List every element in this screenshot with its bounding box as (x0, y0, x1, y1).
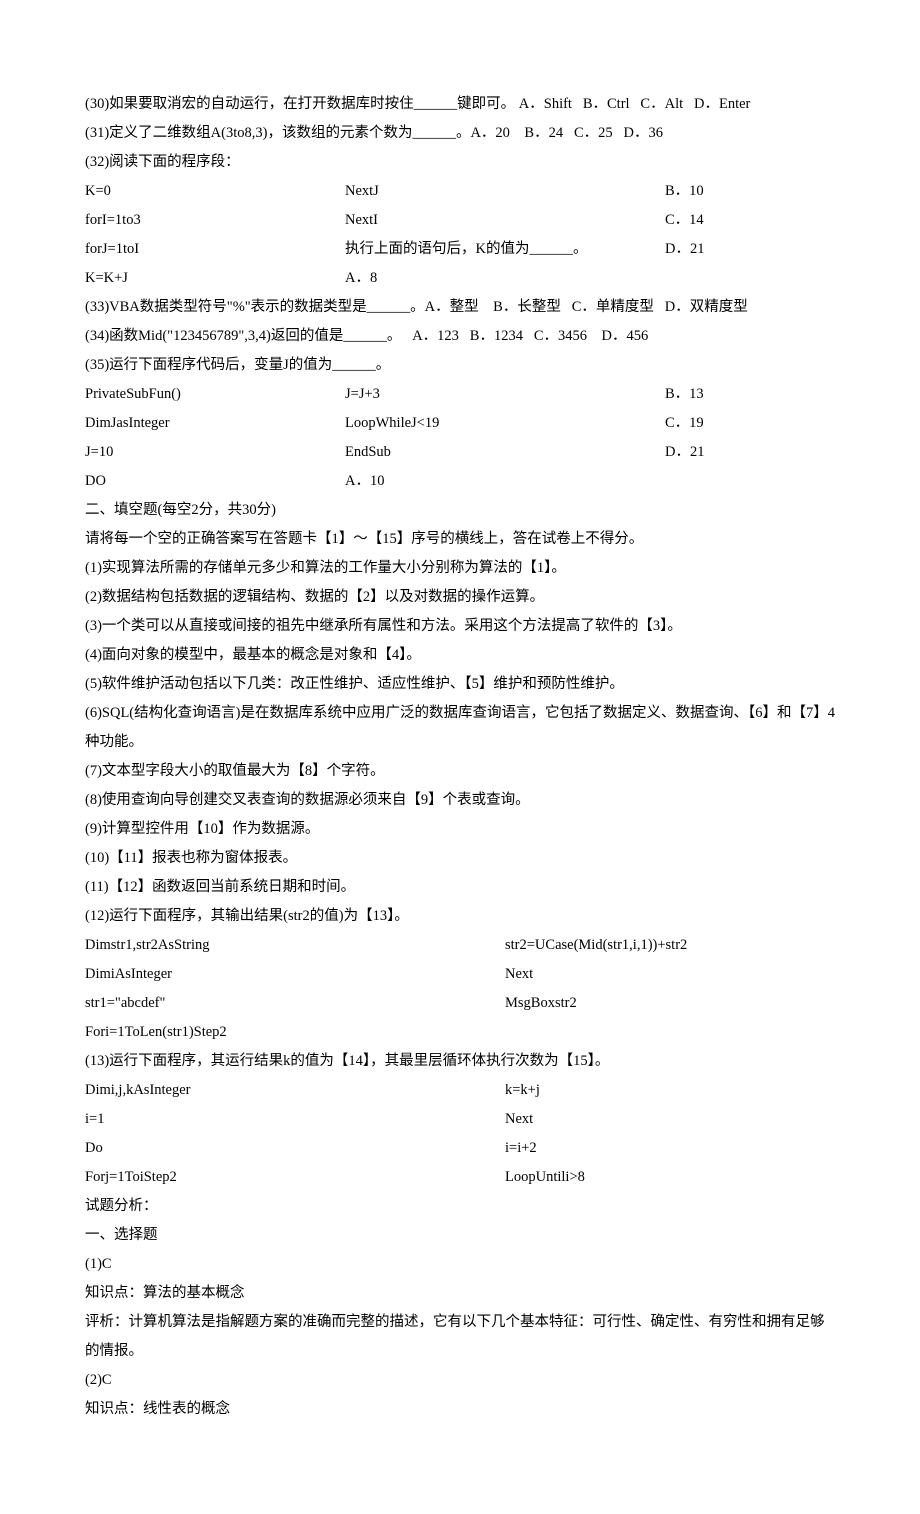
question-32-intro: (32)阅读下面的程序段： (85, 148, 835, 177)
code-line: Dimi,j,kAsInteger (85, 1076, 505, 1105)
fill-4: (4)面向对象的模型中，最基本的概念是对象和【4】。 (85, 641, 835, 670)
code-line: Forj=1ToiStep2 (85, 1163, 505, 1192)
code-line: DimiAsInteger (85, 960, 505, 989)
code-line: Fori=1ToLen(str1)Step2 (85, 1018, 505, 1047)
code-line: Next (505, 960, 835, 989)
code-line: J=J+3 (345, 380, 665, 409)
section-2-note: 请将每一个空的正确答案写在答题卡【1】～【15】序号的横线上，答在试卷上不得分。 (85, 525, 835, 554)
code-line: LoopWhileJ<19 (345, 409, 665, 438)
code-line: i=1 (85, 1105, 505, 1134)
fill-1: (1)实现算法所需的存储单元多少和算法的工作量大小分别称为算法的【1】。 (85, 554, 835, 583)
code-line: K=0 (85, 177, 345, 206)
section-2-title: 二、填空题(每空2分，共30分) (85, 496, 835, 525)
code-line: 执行上面的语句后，K的值为______。 (345, 235, 665, 264)
question-30: (30)如果要取消宏的自动运行，在打开数据库时按住______键即可。 A．Sh… (85, 90, 835, 119)
code-line: k=k+j (505, 1076, 835, 1105)
code-line: DO (85, 467, 345, 496)
code-line: DimJasInteger (85, 409, 345, 438)
fill-9: (9)计算型控件用【10】作为数据源。 (85, 815, 835, 844)
code-line: A．8 (345, 264, 665, 293)
fill-8: (8)使用查询向导创建交叉表查询的数据源必须来自【9】个表或查询。 (85, 786, 835, 815)
question-33: (33)VBA数据类型符号"%"表示的数据类型是______。A．整型 B．长整… (85, 293, 835, 322)
option-d: D．21 (665, 438, 835, 467)
fill-11: (11)【12】函数返回当前系统日期和时间。 (85, 873, 835, 902)
answer-1-knowledge: 知识点：算法的基本概念 (85, 1279, 835, 1308)
code-line: Dimstr1,str2AsString (85, 931, 505, 960)
code-line: A．10 (345, 467, 665, 496)
answer-1-evaluation: 评析：计算机算法是指解题方案的准确而完整的描述，它有以下几个基本特征：可行性、确… (85, 1308, 835, 1366)
question-35-intro: (35)运行下面程序代码后，变量J的值为______。 (85, 351, 835, 380)
fill-2: (2)数据结构包括数据的逻辑结构、数据的【2】以及对数据的操作运算。 (85, 583, 835, 612)
code-line: str2=UCase(Mid(str1,i,1))+str2 (505, 931, 835, 960)
answer-2-knowledge: 知识点：线性表的概念 (85, 1395, 835, 1424)
code-line: K=K+J (85, 264, 345, 293)
code-line: forI=1to3 (85, 206, 345, 235)
code-line: i=i+2 (505, 1134, 835, 1163)
code-line: MsgBoxstr2 (505, 989, 835, 1018)
fill-12-intro: (12)运行下面程序，其输出结果(str2的值)为【13】。 (85, 902, 835, 931)
code-line: EndSub (345, 438, 665, 467)
fill-12-code-block: Dimstr1,str2AsString DimiAsInteger str1=… (85, 931, 835, 1047)
analysis-title: 试题分析： (85, 1192, 835, 1221)
question-34: (34)函数Mid("123456789",3,4)返回的值是______。 A… (85, 322, 835, 351)
question-31: (31)定义了二维数组A(3to8,3)，该数组的元素个数为______。A．2… (85, 119, 835, 148)
fill-7: (7)文本型字段大小的取值最大为【8】个字符。 (85, 757, 835, 786)
code-line: PrivateSubFun() (85, 380, 345, 409)
code-line: LoopUntili>8 (505, 1163, 835, 1192)
option-b: B．13 (665, 380, 835, 409)
analysis-section-1: 一、选择题 (85, 1221, 835, 1250)
fill-3: (3)一个类可以从直接或间接的祖先中继承所有属性和方法。采用这个方法提高了软件的… (85, 612, 835, 641)
answer-2: (2)C (85, 1366, 835, 1395)
code-line: Next (505, 1105, 835, 1134)
option-c: C．14 (665, 206, 835, 235)
answer-1: (1)C (85, 1250, 835, 1279)
question-32-code-block: K=0 forI=1to3 forJ=1toI K=K+J NextJ Next… (85, 177, 835, 293)
fill-5: (5)软件维护活动包括以下几类：改正性维护、适应性维护、【5】维护和预防性维护。 (85, 670, 835, 699)
option-d: D．21 (665, 235, 835, 264)
code-line: J=10 (85, 438, 345, 467)
option-b: B．10 (665, 177, 835, 206)
code-line: forJ=1toI (85, 235, 345, 264)
fill-10: (10)【11】报表也称为窗体报表。 (85, 844, 835, 873)
option-c: C．19 (665, 409, 835, 438)
code-line: NextI (345, 206, 665, 235)
fill-13-code-block: Dimi,j,kAsInteger i=1 Do Forj=1ToiStep2 … (85, 1076, 835, 1192)
fill-13-intro: (13)运行下面程序，其运行结果k的值为【14】，其最里层循环体执行次数为【15… (85, 1047, 835, 1076)
code-line: Do (85, 1134, 505, 1163)
fill-6: (6)SQL(结构化查询语言)是在数据库系统中应用广泛的数据库查询语言，它包括了… (85, 699, 835, 757)
question-35-code-block: PrivateSubFun() DimJasInteger J=10 DO J=… (85, 380, 835, 496)
code-line: NextJ (345, 177, 665, 206)
code-line: str1="abcdef" (85, 989, 505, 1018)
